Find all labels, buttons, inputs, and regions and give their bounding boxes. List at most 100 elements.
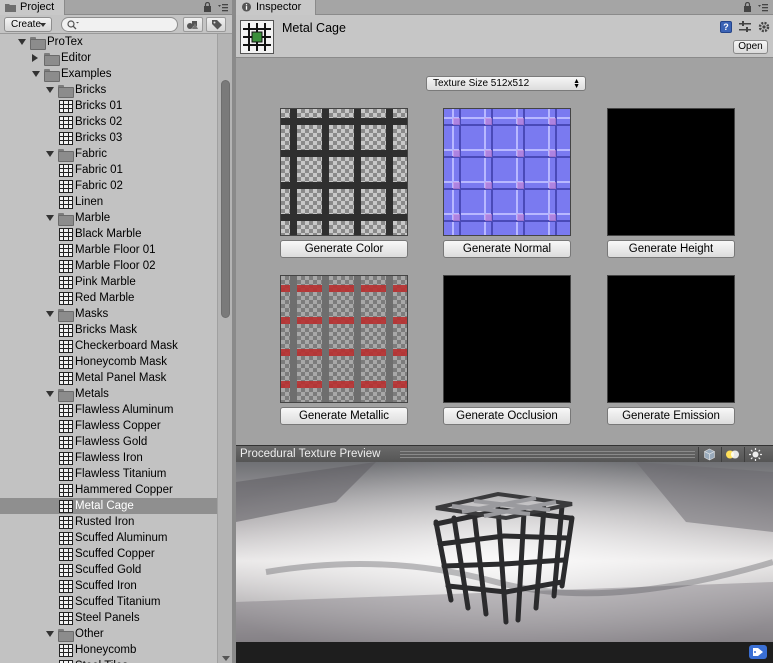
generate-height-button[interactable]: Generate Height — [607, 240, 735, 258]
preview-settings-button[interactable] — [744, 447, 765, 462]
folder-icon — [58, 149, 74, 162]
folder-icon — [58, 213, 74, 226]
preview-drag-handle[interactable] — [400, 451, 695, 458]
tree-item-pink-marble[interactable]: Pink Marble — [0, 274, 217, 290]
foldout-open-icon[interactable] — [18, 39, 26, 45]
tree-item-metal-cage[interactable]: Metal Cage — [0, 498, 217, 514]
foldout-open-icon[interactable] — [46, 631, 54, 637]
panel-menu-icon[interactable] — [218, 4, 228, 12]
tree-item-steel-panels[interactable]: Steel Panels — [0, 610, 217, 626]
generate-metallic-button[interactable]: Generate Metallic — [280, 407, 408, 425]
inspector-body: Texture Size 512x512 ▲▼ Generate Color — [236, 59, 773, 445]
help-icon[interactable]: ? — [720, 21, 732, 33]
tree-item-bricks-02[interactable]: Bricks 02 — [0, 114, 217, 130]
tree-folder-bricks[interactable]: Bricks — [0, 82, 217, 98]
asset-title: Metal Cage — [282, 21, 346, 35]
folder-icon — [58, 309, 74, 322]
tree-item-marble-floor-01[interactable]: Marble Floor 01 — [0, 242, 217, 258]
create-dropdown[interactable]: Create — [4, 17, 52, 32]
tree-item-black-marble[interactable]: Black Marble — [0, 226, 217, 242]
tree-folder-editor[interactable]: Editor — [0, 50, 217, 66]
preview-viewport[interactable] — [236, 462, 773, 642]
tree-item-label: Metal Cage — [75, 500, 134, 512]
search-input[interactable] — [61, 17, 178, 32]
open-button[interactable]: Open — [733, 40, 768, 54]
tree-folder-protex[interactable]: ProTex — [0, 34, 217, 50]
preview-mesh-button[interactable] — [698, 447, 719, 462]
tree-item-bricks-01[interactable]: Bricks 01 — [0, 98, 217, 114]
gear-icon[interactable] — [757, 20, 771, 34]
tree-item-scuffed-titanium[interactable]: Scuffed Titanium — [0, 594, 217, 610]
tree-item-steel-tiles[interactable]: Steel Tiles — [0, 658, 217, 663]
scroll-down-icon[interactable] — [222, 656, 230, 661]
tree-item-hammered-copper[interactable]: Hammered Copper — [0, 482, 217, 498]
tree-folder-other[interactable]: Other — [0, 626, 217, 642]
generate-color-button[interactable]: Generate Color — [280, 240, 408, 258]
procedural-texture-icon — [59, 100, 73, 113]
tree-item-fabric-01[interactable]: Fabric 01 — [0, 162, 217, 178]
texture-size-dropdown[interactable]: Texture Size 512x512 ▲ ▼ — [426, 76, 586, 91]
tree-item-flawless-iron[interactable]: Flawless Iron — [0, 450, 217, 466]
tree-item-label: Bricks 02 — [75, 116, 123, 128]
tree-item-label: Scuffed Iron — [75, 580, 137, 592]
tree-item-bricks-mask[interactable]: Bricks Mask — [0, 322, 217, 338]
tab-inspector[interactable]: Inspector — [236, 0, 316, 15]
tree-item-metal-panel-mask[interactable]: Metal Panel Mask — [0, 370, 217, 386]
preview-footer — [236, 642, 773, 663]
foldout-open-icon[interactable] — [46, 87, 54, 93]
foldout-open-icon[interactable] — [46, 311, 54, 317]
tree-item-scuffed-iron[interactable]: Scuffed Iron — [0, 578, 217, 594]
generate-occlusion-button[interactable]: Generate Occlusion — [443, 407, 571, 425]
preview-header[interactable]: Procedural Texture Preview — [236, 445, 773, 462]
tree-folder-fabric[interactable]: Fabric — [0, 146, 217, 162]
filter-by-type-button[interactable] — [183, 17, 203, 32]
project-tree-scrollbar[interactable] — [217, 34, 232, 663]
generate-normal-button[interactable]: Generate Normal — [443, 240, 571, 258]
tree-item-bricks-03[interactable]: Bricks 03 — [0, 130, 217, 146]
tree-item-scuffed-copper[interactable]: Scuffed Copper — [0, 546, 217, 562]
tree-item-label: Examples — [61, 68, 112, 80]
tree-item-honeycomb-mask[interactable]: Honeycomb Mask — [0, 354, 217, 370]
tree-item-flawless-gold[interactable]: Flawless Gold — [0, 434, 217, 450]
procedural-texture-icon — [59, 612, 73, 625]
tree-item-scuffed-aluminum[interactable]: Scuffed Aluminum — [0, 530, 217, 546]
tree-item-linen[interactable]: Linen — [0, 194, 217, 210]
tree-item-scuffed-gold[interactable]: Scuffed Gold — [0, 562, 217, 578]
tree-item-label: Bricks 01 — [75, 100, 123, 112]
tree-item-label: Black Marble — [75, 228, 142, 240]
tree-folder-metals[interactable]: Metals — [0, 386, 217, 402]
generate-emission-button[interactable]: Generate Emission — [607, 407, 735, 425]
tree-item-label: Bricks 03 — [75, 132, 123, 144]
tab-project[interactable]: Project — [0, 0, 65, 15]
foldout-open-icon[interactable] — [46, 391, 54, 397]
lock-icon[interactable] — [743, 2, 752, 12]
tree-item-rusted-iron[interactable]: Rusted Iron — [0, 514, 217, 530]
tree-folder-marble[interactable]: Marble — [0, 210, 217, 226]
tree-item-label: Bricks — [75, 84, 107, 96]
tree-item-red-marble[interactable]: Red Marble — [0, 290, 217, 306]
tree-item-flawless-titanium[interactable]: Flawless Titanium — [0, 466, 217, 482]
foldout-open-icon[interactable] — [46, 151, 54, 157]
cube-icon — [704, 448, 715, 461]
procedural-texture-icon — [59, 548, 73, 561]
tree-item-flawless-copper[interactable]: Flawless Copper — [0, 418, 217, 434]
tree-folder-masks[interactable]: Masks — [0, 306, 217, 322]
foldout-closed-icon[interactable] — [32, 54, 38, 62]
create-dropdown-label: Create — [11, 19, 42, 30]
preview-lighting-button[interactable] — [721, 447, 742, 462]
asset-label-icon[interactable] — [749, 645, 767, 659]
tree-item-checkerboard-mask[interactable]: Checkerboard Mask — [0, 338, 217, 354]
scrollbar-thumb[interactable] — [221, 80, 230, 318]
tree-folder-examples[interactable]: Examples — [0, 66, 217, 82]
preset-sliders-icon[interactable] — [739, 21, 751, 33]
tree-item-honeycomb[interactable]: Honeycomb — [0, 642, 217, 658]
tree-item-flawless-aluminum[interactable]: Flawless Aluminum — [0, 402, 217, 418]
lock-icon[interactable] — [203, 2, 212, 12]
foldout-open-icon[interactable] — [32, 71, 40, 77]
tree-item-marble-floor-02[interactable]: Marble Floor 02 — [0, 258, 217, 274]
filter-by-label-button[interactable] — [206, 17, 226, 32]
panel-menu-icon[interactable] — [758, 4, 768, 12]
tree-item-fabric-02[interactable]: Fabric 02 — [0, 178, 217, 194]
tree-item-label: Editor — [61, 52, 92, 64]
foldout-open-icon[interactable] — [46, 215, 54, 221]
